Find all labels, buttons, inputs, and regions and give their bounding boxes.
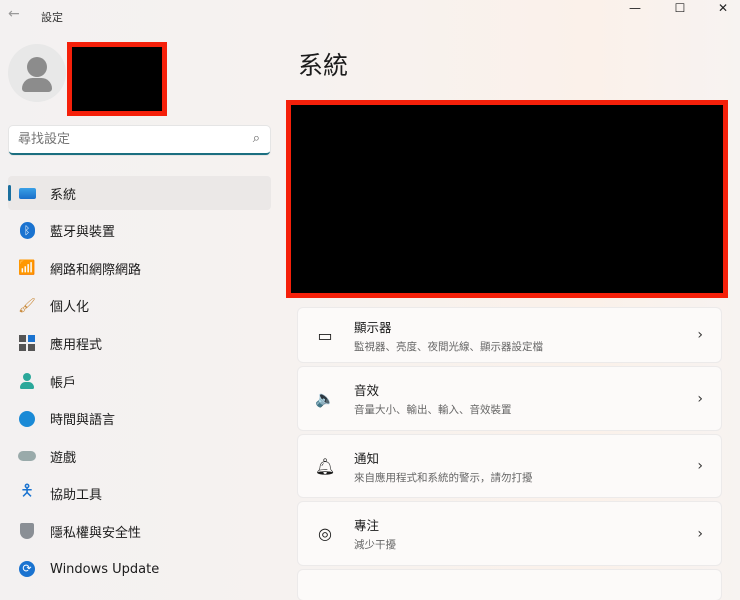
sidebar-item-3[interactable]: 🖌 個人化 xyxy=(8,289,271,323)
sidebar-item-0[interactable]: 系統 xyxy=(8,176,271,210)
sidebar-item-1[interactable]: ᛒ 藍牙與裝置 xyxy=(8,214,271,248)
focus-icon: ◎ xyxy=(318,524,332,543)
sidebar-item-label: Windows Update xyxy=(50,561,160,577)
sidebar-item-label: 協助工具 xyxy=(50,488,103,504)
sidebar-item-9[interactable]: 隱私權與安全性 xyxy=(8,514,271,548)
sidebar-item-5[interactable]: 帳戶 xyxy=(8,364,271,398)
search-input[interactable] xyxy=(9,126,229,153)
chevron-right-icon: › xyxy=(697,525,703,542)
apps-icon xyxy=(18,334,36,352)
sidebar-item-label: 時間與語言 xyxy=(50,413,116,429)
bluetooth-icon: ᛒ xyxy=(18,222,36,240)
settings-card-2[interactable]: 🔔︎ 通知來自應用程式和系統的警示，請勿打擾 › xyxy=(298,435,721,497)
shield-icon xyxy=(18,522,36,540)
sidebar-item-6[interactable]: 時間與語言 xyxy=(8,402,271,436)
brush-icon: 🖌 xyxy=(18,297,36,314)
accessibility-icon: 🯅 xyxy=(19,481,35,501)
minimize-button[interactable]: — xyxy=(612,0,658,18)
person-icon xyxy=(18,372,36,390)
sidebar-item-8[interactable]: 🯅 協助工具 xyxy=(8,477,271,511)
bell-icon: 🔔︎ xyxy=(314,456,336,476)
sidebar-item-label: 網路和網際網路 xyxy=(50,262,142,278)
chevron-right-icon: › xyxy=(697,390,703,407)
settings-card-1[interactable]: 🔈 音效音量大小、輸出、輸入、音效裝置 › xyxy=(298,367,721,430)
settings-card-3[interactable]: ◎ 專注減少干擾 › xyxy=(298,502,721,565)
sidebar-item-label: 帳戶 xyxy=(50,375,77,391)
redacted-account-name xyxy=(67,42,167,116)
card-subtitle: 來自應用程式和系統的警示，請勿打擾 xyxy=(354,471,533,484)
back-button[interactable]: ← xyxy=(8,6,20,22)
sidebar-item-7[interactable]: 遊戲 xyxy=(8,439,271,473)
sidebar-item-4[interactable]: 應用程式 xyxy=(8,326,271,360)
wifi-icon: 📶 xyxy=(18,260,36,277)
sidebar-item-label: 隱私權與安全性 xyxy=(50,525,142,541)
avatar[interactable] xyxy=(8,44,66,102)
redacted-device-info xyxy=(286,100,728,298)
speaker-icon: 🔈 xyxy=(315,389,335,408)
window-title: 設定 xyxy=(41,11,63,24)
chevron-right-icon: › xyxy=(697,327,703,343)
page-title: 系統 xyxy=(298,51,349,80)
card-subtitle: 音量大小、輸出、輸入、音效裝置 xyxy=(354,404,512,416)
monitor-icon xyxy=(18,184,36,202)
card-subtitle: 監視器、亮度、夜間光線、顯示器設定檔 xyxy=(354,340,543,353)
update-icon: ⟳ xyxy=(18,560,36,578)
card-title: 專注 xyxy=(354,518,380,533)
person-icon xyxy=(27,57,47,77)
laptop-icon: ▭ xyxy=(317,325,333,345)
sidebar-item-10[interactable]: ⟳ Windows Update xyxy=(8,552,271,586)
card-subtitle: 減少干擾 xyxy=(354,539,396,551)
sidebar-item-label: 系統 xyxy=(50,187,77,203)
globe-clock-icon xyxy=(18,410,36,428)
sidebar-item-label: 個人化 xyxy=(50,300,90,316)
sidebar-item-label: 藍牙與裝置 xyxy=(50,225,116,241)
maximize-button[interactable]: ☐ xyxy=(657,0,703,18)
settings-card-0[interactable]: ▭ 顯示器監視器、亮度、夜間光線、顯示器設定檔 › xyxy=(298,308,721,362)
sidebar-item-label: 遊戲 xyxy=(50,450,77,466)
sidebar-item-2[interactable]: 📶 網路和網際網路 xyxy=(8,251,271,285)
settings-card-partial[interactable] xyxy=(298,570,721,600)
sidebar-item-label: 應用程式 xyxy=(50,337,103,353)
close-button[interactable]: ✕ xyxy=(700,0,740,18)
card-title: 顯示器 xyxy=(354,319,392,335)
chevron-right-icon: › xyxy=(697,458,703,474)
gamepad-icon xyxy=(18,447,36,465)
card-title: 通知 xyxy=(354,450,380,466)
search-icon[interactable]: ⌕ xyxy=(253,131,260,146)
card-title: 音效 xyxy=(354,383,380,398)
search-box[interactable]: ⌕ xyxy=(9,126,270,155)
